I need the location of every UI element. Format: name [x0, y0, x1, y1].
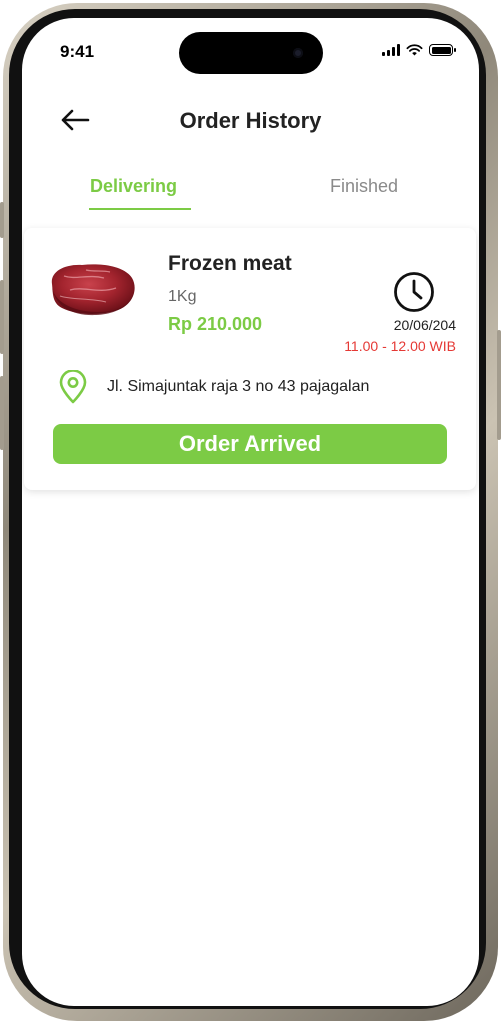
product-quantity: 1Kg [168, 288, 197, 305]
tab-finished[interactable]: Finished [330, 176, 398, 197]
product-name: Frozen meat [168, 252, 292, 275]
active-tab-indicator [89, 208, 191, 210]
product-price: Rp 210.000 [168, 314, 263, 334]
phone-volume-up-button [0, 280, 4, 354]
clock-icon [394, 272, 434, 312]
app-screen: 9:41 Order History Delivering Finished F… [22, 18, 479, 1006]
dynamic-island [179, 32, 323, 74]
delivery-date: 20/06/204 [393, 317, 456, 333]
status-icons [382, 44, 456, 56]
phone-volume-down-button [0, 376, 4, 450]
cellular-signal-icon [382, 44, 400, 56]
tab-delivering[interactable]: Delivering [90, 176, 177, 197]
order-card[interactable]: Frozen meat 1Kg Rp 210.000 20/06/204 11.… [24, 228, 476, 490]
status-time: 9:41 [60, 42, 95, 61]
delivery-time-range: 11.00 - 12.00 WIB [344, 338, 456, 354]
battery-icon [429, 44, 456, 56]
page-title: Order History [179, 108, 322, 133]
delivery-address: Jl. Simajuntak raja 3 no 43 pajagalan [107, 378, 370, 395]
wifi-icon [406, 44, 423, 56]
camera-icon [293, 48, 303, 58]
frozen-meat-image [51, 264, 135, 316]
phone-power-button [497, 330, 501, 440]
order-arrived-button[interactable]: Order Arrived [53, 424, 447, 464]
location-pin-icon [59, 370, 87, 404]
phone-action-button [0, 202, 4, 238]
header: Order History [22, 100, 479, 140]
tab-bar: Delivering Finished [22, 176, 479, 216]
